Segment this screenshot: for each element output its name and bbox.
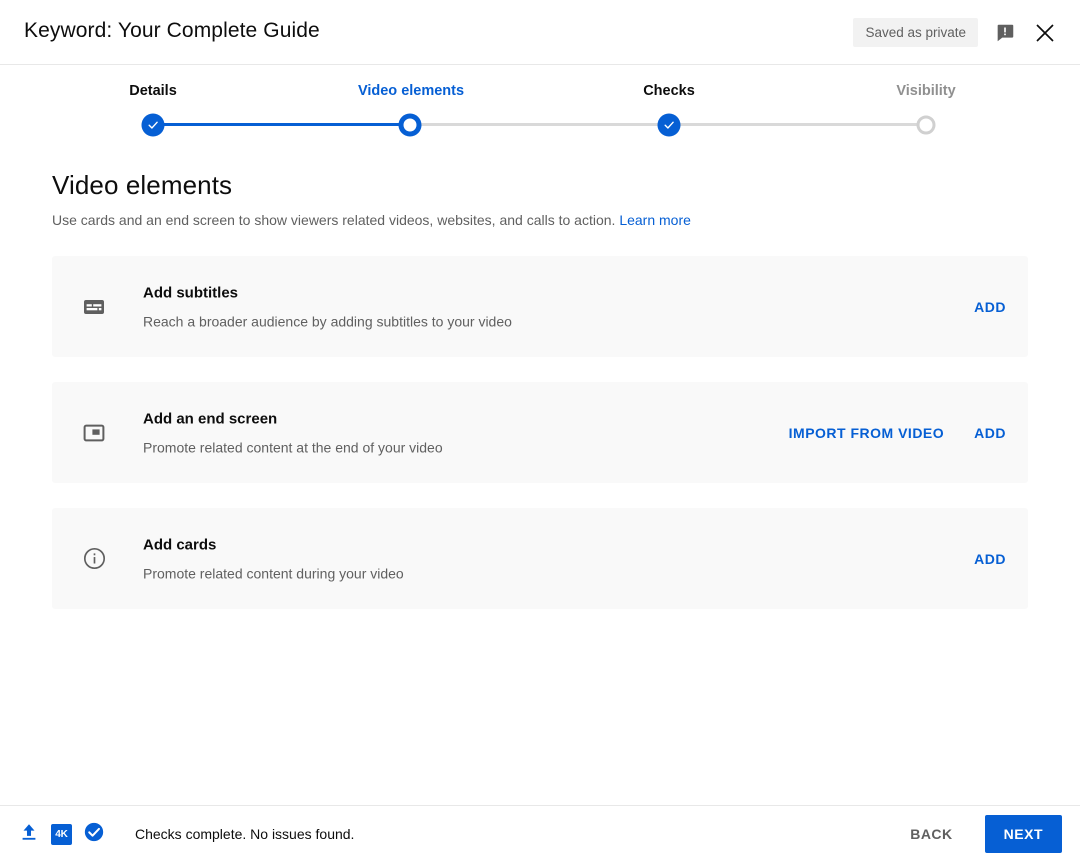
card-add-end-screen[interactable]: Add an end screen Promote related conten… bbox=[52, 382, 1028, 483]
step-label-details[interactable]: Details bbox=[129, 80, 177, 102]
card-actions: IMPORT FROM VIDEO ADD bbox=[789, 425, 1006, 441]
footer-buttons: BACK NEXT bbox=[896, 815, 1062, 853]
step-dot-details[interactable] bbox=[141, 113, 165, 136]
card-title: Add subtitles bbox=[143, 284, 239, 301]
footer-status-icons: 4K bbox=[18, 821, 105, 848]
video-elements-card-list: Add subtitles Reach a broader audience b… bbox=[52, 256, 1028, 634]
stepper-track-2 bbox=[410, 123, 669, 126]
stepper-track-1 bbox=[153, 123, 410, 126]
card-title: Add cards bbox=[143, 536, 217, 553]
next-button[interactable]: NEXT bbox=[984, 815, 1062, 853]
add-cards-button[interactable]: ADD bbox=[974, 551, 1006, 567]
add-end-screen-button[interactable]: ADD bbox=[974, 425, 1006, 441]
stepper-track-3 bbox=[669, 123, 926, 126]
dialog-footer: 4K Checks complete. No issues found. BAC… bbox=[0, 805, 1080, 862]
card-text-block: Add an end screen Promote related conten… bbox=[143, 408, 443, 457]
card-title: Add an end screen bbox=[143, 410, 278, 427]
card-add-subtitles[interactable]: Add subtitles Reach a broader audience b… bbox=[52, 256, 1028, 357]
card-subtitle: Reach a broader audience by adding subti… bbox=[143, 313, 512, 329]
page-title: Keyword: Your Complete Guide bbox=[24, 19, 320, 42]
step-dot-visibility[interactable] bbox=[916, 115, 936, 134]
card-subtitle: Promote related content at the end of yo… bbox=[143, 439, 443, 455]
card-subtitle: Promote related content during your vide… bbox=[143, 565, 404, 581]
card-text-block: Add subtitles Reach a broader audience b… bbox=[143, 282, 512, 331]
upload-dialog: Keyword: Your Complete Guide Saved as pr… bbox=[0, 0, 1080, 862]
info-circle-icon bbox=[80, 545, 108, 573]
card-actions: ADD bbox=[974, 299, 1006, 315]
feedback-exclamation-icon[interactable] bbox=[992, 20, 1018, 46]
step-label-checks[interactable]: Checks bbox=[643, 80, 695, 102]
card-actions: ADD bbox=[974, 551, 1006, 567]
dialog-body: Video elements Use cards and an end scre… bbox=[0, 140, 1080, 805]
close-icon[interactable] bbox=[1032, 20, 1058, 46]
resolution-badge: 4K bbox=[51, 823, 72, 845]
checks-status-text: Checks complete. No issues found. bbox=[135, 826, 355, 842]
status-badge: Saved as private bbox=[853, 17, 978, 48]
section-description-text: Use cards and an end screen to show view… bbox=[52, 212, 616, 228]
step-label-video-elements[interactable]: Video elements bbox=[358, 80, 464, 102]
back-button[interactable]: BACK bbox=[896, 817, 966, 851]
end-screen-icon bbox=[80, 419, 108, 447]
subtitles-icon bbox=[80, 293, 108, 321]
card-add-cards[interactable]: Add cards Promote related content during… bbox=[52, 508, 1028, 609]
section-description: Use cards and an end screen to show view… bbox=[52, 210, 691, 230]
dialog-header: Keyword: Your Complete Guide Saved as pr… bbox=[0, 0, 1080, 65]
learn-more-link[interactable]: Learn more bbox=[619, 212, 691, 228]
check-circle-icon bbox=[83, 821, 105, 848]
card-text-block: Add cards Promote related content during… bbox=[143, 534, 404, 583]
header-actions: Saved as private bbox=[853, 0, 1058, 65]
step-dot-video-elements[interactable] bbox=[398, 113, 422, 136]
add-subtitles-button[interactable]: ADD bbox=[974, 299, 1006, 315]
upload-icon bbox=[18, 821, 40, 848]
progress-stepper: Details Video elements Checks Visibility bbox=[0, 80, 1080, 140]
step-dot-checks[interactable] bbox=[657, 113, 681, 136]
step-label-visibility[interactable]: Visibility bbox=[896, 80, 955, 102]
section-title: Video elements bbox=[52, 170, 233, 200]
import-from-video-button[interactable]: IMPORT FROM VIDEO bbox=[789, 425, 945, 441]
